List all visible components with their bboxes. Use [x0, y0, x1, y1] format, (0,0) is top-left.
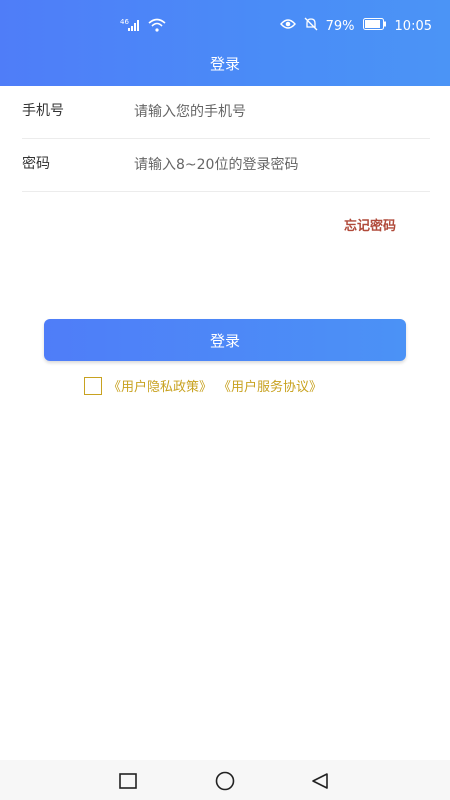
mute-icon — [304, 17, 318, 35]
login-button[interactable]: 登录 — [44, 319, 406, 361]
eye-icon — [279, 18, 296, 34]
status-bar: 46 79% 10:05 — [0, 0, 450, 52]
battery-icon — [362, 18, 387, 34]
service-agreement-link[interactable]: 《用户服务协议》 — [218, 376, 322, 395]
status-right: 79% 10:05 — [279, 17, 432, 35]
back-icon[interactable] — [309, 770, 331, 792]
battery-percent: 79% — [325, 18, 355, 34]
agreement: 《用户隐私政策》 《用户服务协议》 — [84, 376, 322, 395]
agreement-checkbox[interactable] — [84, 376, 102, 395]
password-input[interactable] — [132, 151, 426, 179]
clock: 10:05 — [394, 18, 432, 34]
forgot-password-link[interactable]: 忘记密码 — [344, 215, 396, 234]
phone-label: 手机号 — [22, 103, 64, 119]
system-nav-bar — [0, 760, 450, 800]
phone-input[interactable] — [132, 98, 426, 126]
phone-row: 手机号 — [22, 86, 430, 139]
home-icon[interactable] — [214, 770, 236, 792]
page-title: 登录 — [209, 55, 240, 73]
wifi-icon — [148, 17, 166, 36]
signal-icon: 46 — [120, 17, 142, 36]
header: 46 79% 10:05 登录 — [0, 0, 450, 86]
recent-apps-icon[interactable] — [117, 770, 139, 792]
password-label: 密码 — [22, 156, 50, 172]
password-row: 密码 — [22, 139, 430, 192]
status-left: 46 — [120, 17, 166, 36]
privacy-policy-link[interactable]: 《用户隐私政策》 — [108, 376, 212, 395]
svg-text:46: 46 — [120, 18, 129, 26]
